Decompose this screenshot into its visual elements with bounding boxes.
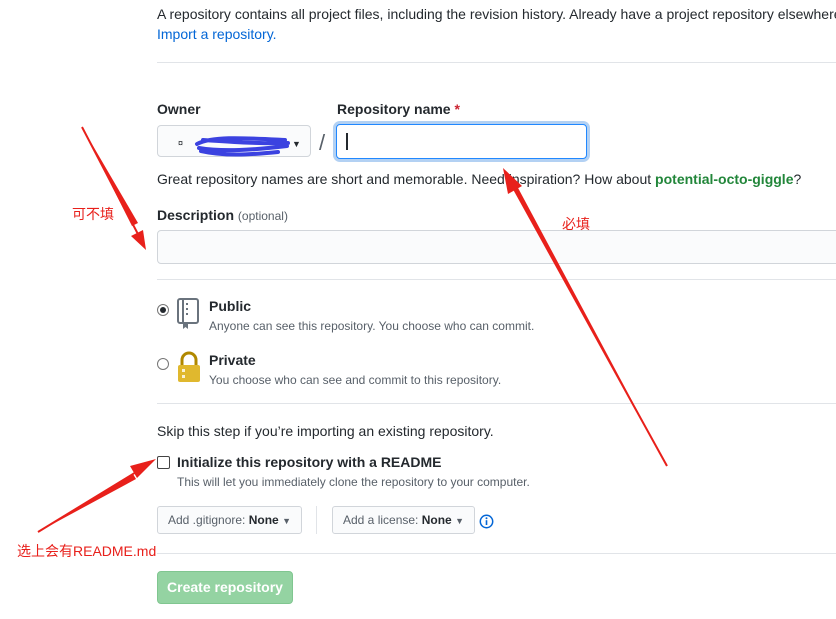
annotation-required: 必填 — [562, 216, 590, 232]
annotation-readme: 选上会有README.md — [17, 543, 157, 559]
annotation-arrows — [37, 126, 668, 533]
annotation-arrow-required — [503, 168, 668, 467]
annotation-optional: 可不填 — [72, 206, 114, 222]
annotation-arrow-optional — [81, 126, 146, 250]
annotation-arrow-readme — [37, 459, 156, 533]
